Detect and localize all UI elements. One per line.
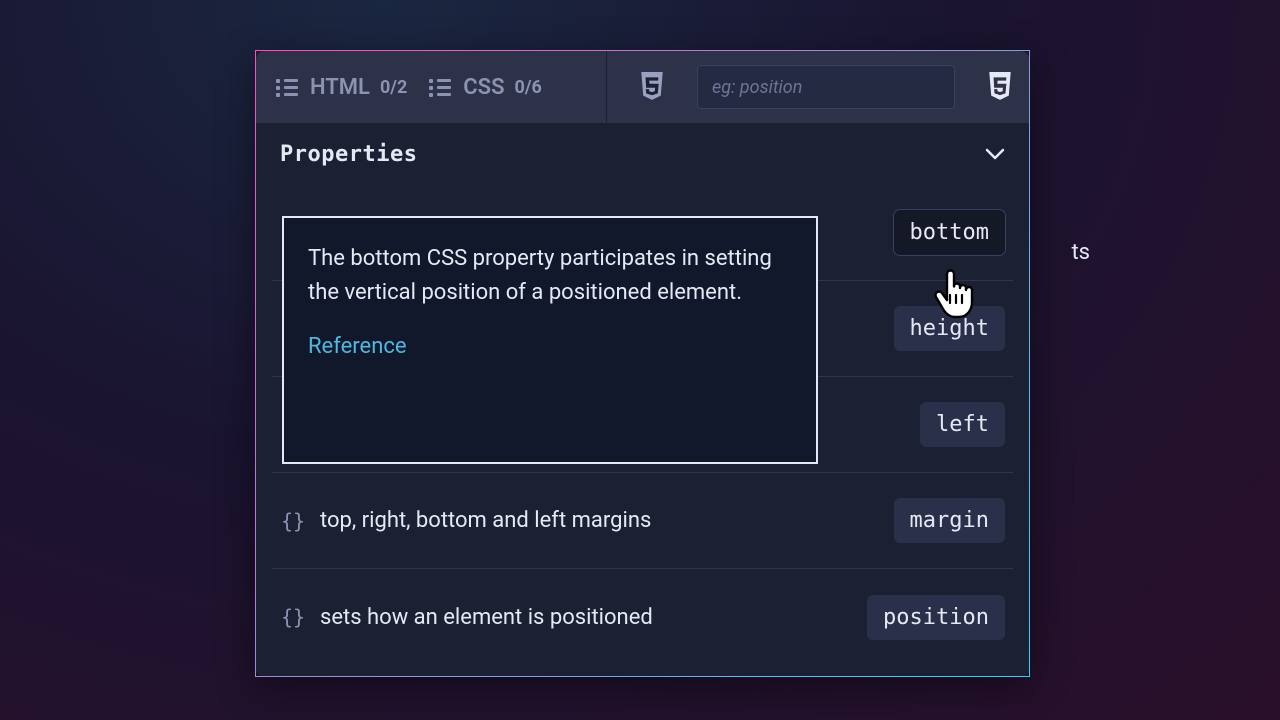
chevron-down-icon	[985, 148, 1005, 160]
css3-shield-icon[interactable]	[987, 72, 1013, 102]
html5-shield-icon[interactable]	[639, 72, 665, 102]
property-tag-margin[interactable]: margin	[894, 498, 1005, 543]
tab-html[interactable]: HTML 0/2	[276, 75, 407, 100]
tooltip-text: The bottom CSS property participates in …	[308, 242, 792, 310]
list-item: {} top, right, bottom and left margins m…	[272, 473, 1013, 569]
row-desc: top, right, bottom and left margins	[320, 508, 880, 533]
braces-icon: {}	[280, 605, 306, 629]
section-header[interactable]: Properties	[256, 123, 1029, 185]
list-item: {} sets how an element is positioned pos…	[272, 569, 1013, 665]
tooltip-reference-link[interactable]: Reference	[308, 330, 407, 364]
tab-html-count: 0/2	[380, 77, 407, 98]
tooltip: The bottom CSS property participates in …	[282, 216, 818, 464]
property-tag-position[interactable]: position	[867, 595, 1005, 640]
braces-icon: {}	[280, 509, 306, 533]
property-tag-bottom[interactable]: bottom	[894, 210, 1005, 255]
list-icon	[429, 77, 453, 97]
tab-css[interactable]: CSS 0/6	[429, 75, 542, 100]
tab-css-count: 0/6	[515, 77, 542, 98]
divider	[606, 51, 607, 123]
list-icon	[276, 77, 300, 97]
property-tag-left[interactable]: left	[920, 402, 1005, 447]
row-desc-fragment: ts	[1071, 240, 1090, 265]
row-desc: sets how an element is positioned	[320, 605, 853, 630]
tab-css-label: CSS	[463, 75, 504, 100]
tab-html-label: HTML	[310, 75, 370, 100]
tab-bar: HTML 0/2 CSS 0/6	[256, 51, 1029, 123]
search-input[interactable]	[697, 65, 955, 109]
section-title: Properties	[280, 142, 417, 167]
property-tag-height[interactable]: height	[894, 306, 1005, 351]
